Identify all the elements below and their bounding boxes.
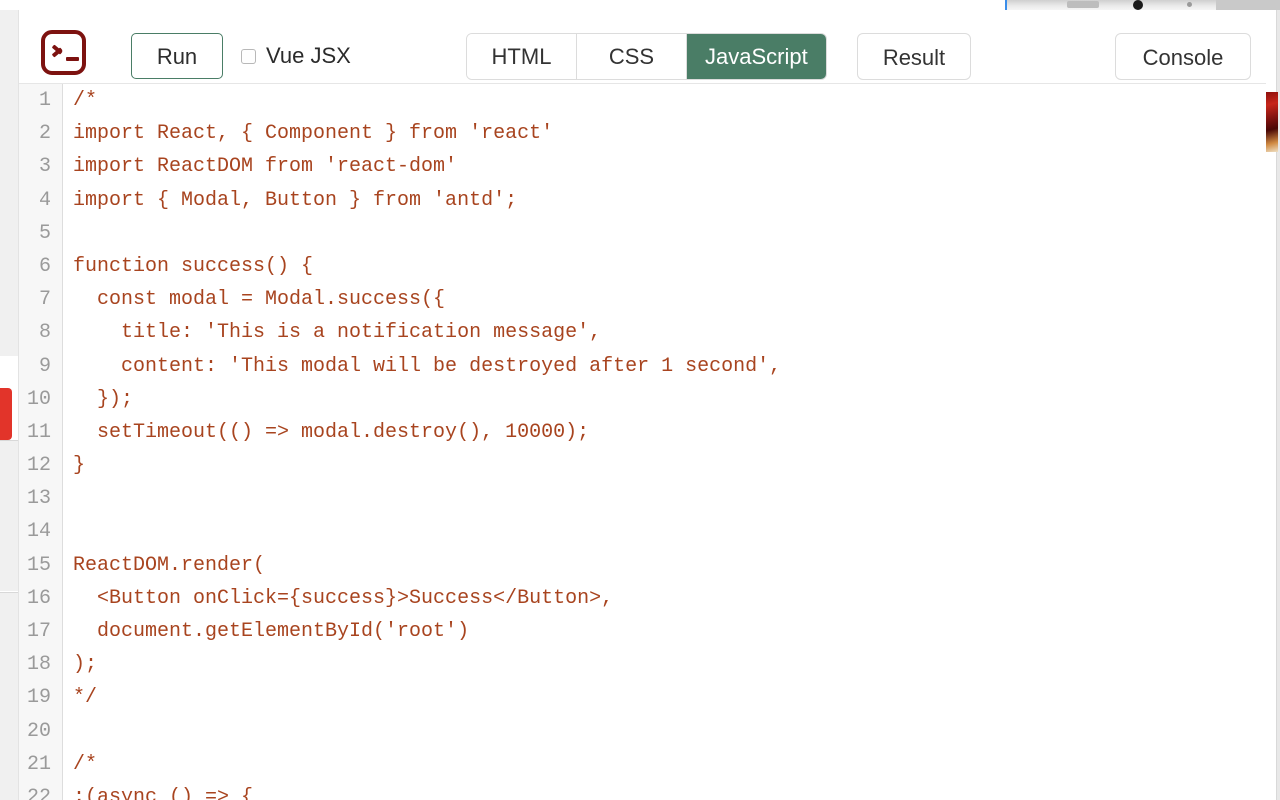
code-line[interactable]: 12} (19, 449, 1266, 482)
left-edge-rail-middle (0, 440, 19, 591)
code-line[interactable]: 18); (19, 648, 1266, 681)
code-line-text: import { Modal, Button } from 'antd'; (73, 188, 518, 212)
toolbar: Run Vue JSX HTML CSS JavaScript Result C… (19, 10, 1266, 84)
tab-css[interactable]: CSS (577, 34, 687, 79)
line-number: 6 (38, 254, 51, 278)
line-number: 16 (26, 586, 51, 610)
line-number: 17 (26, 620, 51, 643)
code-line[interactable]: 11 setTimeout(() => modal.destroy(), 100… (19, 416, 1266, 449)
vue-jsx-checkbox[interactable] (241, 48, 256, 64)
code-line-text: import ReactDOM from 'react-dom' (73, 155, 458, 179)
code-line[interactable]: 19 */ (19, 681, 1266, 714)
right-edge-thumbnail-image (1264, 92, 1278, 152)
code-playground-app: Run Vue JSX HTML CSS JavaScript Result C… (0, 0, 1280, 800)
line-number: 22 (26, 785, 51, 800)
code-line[interactable]: 5 (19, 217, 1266, 250)
code-line[interactable]: 13 (19, 482, 1266, 515)
line-number: 14 (26, 520, 51, 544)
line-number: 9 (38, 354, 51, 378)
code-line[interactable]: 15 ReactDOM.render( (19, 549, 1266, 582)
code-line-text: <Button onClick={success}>Success</Butto… (73, 586, 614, 610)
code-line-text: title: 'This is a notification message', (73, 321, 602, 345)
code-editor[interactable]: 1 /* 2 import React, { Component } from 're… (19, 84, 1266, 800)
code-line[interactable]: 22 ;(async () => { (19, 781, 1266, 800)
line-number: 1 (38, 89, 51, 112)
vue-jsx-label: Vue JSX (266, 43, 351, 68)
line-number: 4 (38, 188, 51, 212)
code-line[interactable]: 7 const modal = Modal.success({ (19, 283, 1266, 316)
code-line[interactable]: 21 /* (19, 748, 1266, 781)
code-line-text: } (73, 454, 86, 478)
code-line[interactable]: 1 /* (19, 84, 1266, 117)
line-number: 2 (38, 122, 51, 146)
line-number: 10 (26, 387, 51, 411)
code-line[interactable]: 6 function success() { (19, 250, 1266, 283)
result-button[interactable]: Result (857, 33, 971, 80)
chrome-circle-icon[interactable] (1133, 0, 1143, 10)
language-tab-group: HTML CSS JavaScript (466, 33, 827, 80)
browser-chrome-strip (1005, 0, 1280, 10)
line-number: 20 (26, 719, 51, 743)
code-lines-container[interactable]: 1 /* 2 import React, { Component } from 're… (19, 84, 1266, 800)
left-edge-rail-top (0, 10, 19, 356)
code-line-text: ;(async () => { (73, 785, 254, 800)
line-number: 13 (26, 487, 51, 511)
code-line[interactable]: 2 import React, { Component } from 'react… (19, 117, 1266, 150)
vue-jsx-toggle[interactable]: Vue JSX (241, 43, 351, 69)
line-number: 19 (26, 686, 51, 710)
chrome-window-control[interactable] (1216, 0, 1280, 10)
line-number: 18 (26, 653, 51, 677)
code-line[interactable]: 14 (19, 515, 1266, 548)
code-line-text: ReactDOM.render( (73, 553, 266, 577)
code-line[interactable]: 8 title: 'This is a notification message… (19, 316, 1266, 349)
code-line[interactable]: 17 document.getElementById('root') (19, 615, 1266, 648)
chrome-pill-icon[interactable] (1067, 1, 1099, 8)
code-line-text: /* (73, 89, 98, 112)
prompt-chevron-icon (53, 43, 67, 57)
run-button[interactable]: Run (131, 33, 223, 79)
console-button[interactable]: Console (1115, 33, 1251, 80)
tab-html[interactable]: HTML (467, 34, 577, 79)
left-edge-rail-bottom (0, 592, 19, 800)
tab-javascript[interactable]: JavaScript (687, 34, 826, 79)
line-number: 7 (38, 288, 51, 312)
code-line[interactable]: 3 import ReactDOM from 'react-dom' (19, 150, 1266, 183)
code-line-text: ); (73, 653, 98, 677)
left-edge-red-tab[interactable] (0, 388, 12, 440)
line-number: 8 (38, 321, 51, 345)
code-line[interactable]: 10 }); (19, 383, 1266, 416)
code-line[interactable]: 4 import { Modal, Button } from 'antd'; (19, 184, 1266, 217)
code-line-text: */ (73, 686, 98, 710)
code-line-text: function success() { (73, 254, 314, 278)
code-line[interactable]: 9 content: 'This modal will be destroyed… (19, 350, 1266, 383)
playground-panel: Run Vue JSX HTML CSS JavaScript Result C… (18, 10, 1266, 800)
code-line-text: }); (73, 387, 134, 411)
code-line-text: const modal = Modal.success({ (73, 288, 446, 312)
terminal-prompt-icon[interactable] (41, 30, 86, 75)
prompt-underscore-icon (66, 57, 79, 61)
code-line[interactable]: 20 (19, 715, 1266, 748)
line-number: 5 (38, 221, 51, 245)
chrome-small-dot-icon[interactable] (1187, 2, 1192, 7)
chrome-blue-edge (1005, 0, 1007, 10)
code-line-text: import React, { Component } from 'react' (73, 122, 554, 146)
code-line-text: document.getElementById('root') (73, 620, 470, 643)
code-line-text: /* (73, 752, 98, 776)
line-number: 15 (26, 553, 51, 577)
code-line-text: setTimeout(() => modal.destroy(), 10000)… (73, 420, 590, 444)
line-number: 11 (26, 420, 51, 444)
code-line[interactable]: 16 <Button onClick={success}>Success</Bu… (19, 582, 1266, 615)
line-number: 12 (26, 454, 51, 478)
code-line-text: content: 'This modal will be destroyed a… (73, 354, 782, 378)
line-number: 3 (38, 155, 51, 179)
line-number: 21 (26, 752, 51, 776)
